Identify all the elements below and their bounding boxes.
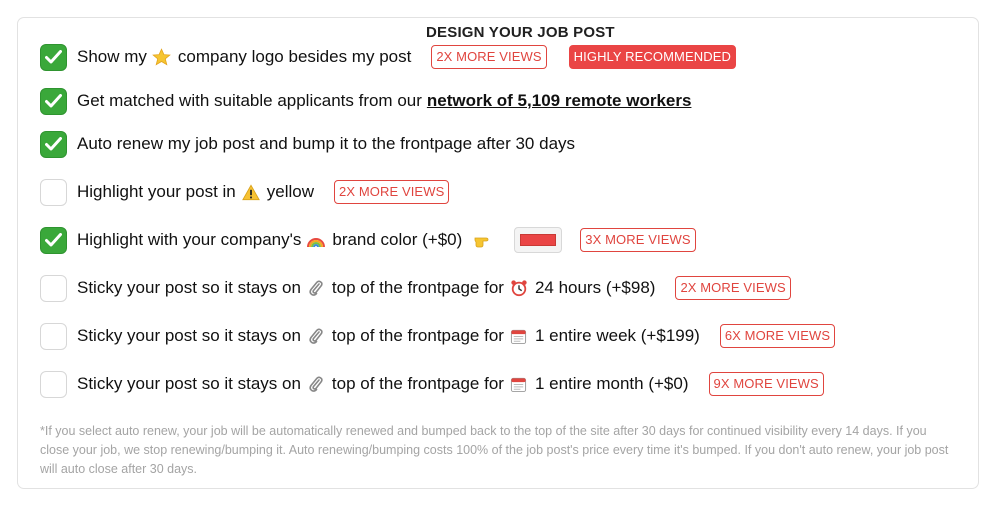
option-label-end: company logo besides my post [177, 47, 412, 66]
recommended-badge: HIGHLY RECOMMENDED [568, 45, 736, 69]
option-sticky-1-month[interactable]: Sticky your post so it stays on top of t… [40, 369, 824, 399]
option-label-end: 24 hours (+$98) [534, 278, 656, 297]
checkbox-unchecked[interactable] [40, 274, 67, 302]
star-icon [152, 47, 172, 67]
option-highlight-yellow[interactable]: Highlight your post in yellow 2X MORE VI… [40, 177, 450, 207]
option-brand-color[interactable]: Highlight with your company's brand colo… [40, 225, 696, 255]
option-sticky-1-week[interactable]: Sticky your post so it stays on top of t… [40, 321, 836, 351]
brand-color-picker[interactable] [514, 227, 563, 253]
option-label: Highlight with your company's [77, 230, 302, 249]
option-label: Sticky your post so it stays on [77, 326, 301, 345]
warning-icon [241, 182, 261, 202]
views-badge: 3X MORE VIEWS [580, 228, 696, 252]
pointing-hand-icon [474, 230, 494, 250]
option-label: Sticky your post so it stays on [77, 278, 301, 297]
option-auto-renew[interactable]: Auto renew my job post and bump it to th… [40, 129, 575, 159]
checkbox-unchecked[interactable] [40, 178, 67, 206]
option-label: Auto renew my job post and bump it to th… [77, 134, 576, 153]
option-label: Get matched with suitable applicants fro… [77, 91, 422, 110]
checkbox-unchecked[interactable] [40, 370, 67, 398]
brand-color-swatch [520, 234, 557, 246]
option-label: Show my [77, 47, 147, 66]
alarm-clock-icon [509, 278, 529, 298]
paperclip-icon [306, 326, 326, 346]
views-badge: 6X MORE VIEWS [719, 324, 836, 348]
views-badge: 2X MORE VIEWS [334, 180, 450, 204]
checkbox-checked[interactable] [40, 87, 67, 115]
paperclip-icon [306, 374, 326, 394]
views-badge: 2X MORE VIEWS [431, 45, 547, 69]
option-label: Highlight your post in [77, 182, 236, 201]
option-label-end: 1 entire month (+$0) [534, 374, 689, 393]
auto-renew-footnote: *If you select auto renew, your job will… [40, 424, 949, 476]
option-sticky-24-hours[interactable]: Sticky your post so it stays on top of t… [40, 273, 791, 303]
option-label: Sticky your post so it stays on [77, 374, 301, 393]
views-badge: 9X MORE VIEWS [708, 372, 824, 396]
option-label-end: yellow [266, 182, 315, 201]
option-label-end: 1 entire week (+$199) [534, 326, 700, 345]
option-matched-applicants[interactable]: Get matched with suitable applicants fro… [40, 86, 691, 116]
option-company-logo[interactable]: Show my company logo besides my post 2X … [40, 42, 736, 72]
calendar-icon [509, 326, 529, 346]
panel-title: DESIGN YOUR JOB POST [416, 23, 625, 43]
checkbox-checked[interactable] [40, 226, 67, 254]
checkbox-checked[interactable] [40, 43, 67, 71]
rainbow-icon [306, 230, 326, 250]
option-label-middle: top of the frontpage for [331, 374, 504, 393]
option-label-middle: top of the frontpage for [331, 278, 504, 297]
paperclip-icon [306, 278, 326, 298]
checkbox-checked[interactable] [40, 130, 67, 158]
views-badge: 2X MORE VIEWS [675, 276, 791, 300]
checkbox-unchecked[interactable] [40, 322, 67, 350]
calendar-icon [509, 374, 529, 394]
remote-workers-link[interactable]: network of 5,109 remote workers [427, 91, 692, 111]
option-label-middle: top of the frontpage for [331, 326, 504, 345]
option-label-end: brand color (+$0) [332, 230, 463, 249]
